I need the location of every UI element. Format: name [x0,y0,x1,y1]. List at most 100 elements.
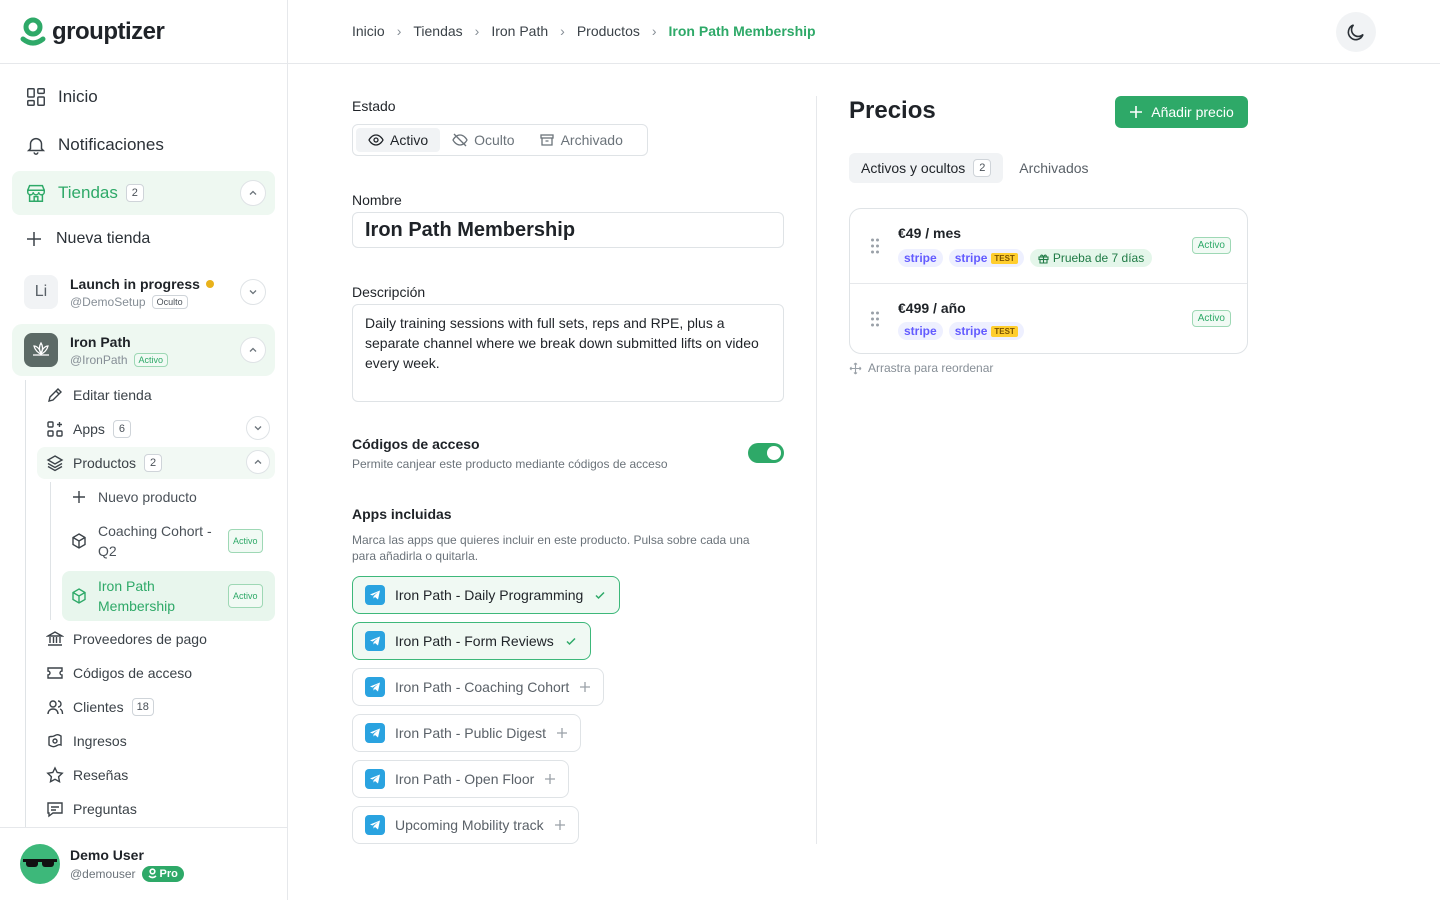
money-icon [48,733,62,748]
stores-count-badge: 2 [125,184,144,202]
menu-codigos-de-acceso[interactable]: Códigos de acceso [37,657,275,689]
users-icon [47,700,64,715]
expand-apps-button[interactable] [246,416,270,440]
app-chip-upcoming-mobility[interactable]: Upcoming Mobility track [352,806,579,844]
tab-count-badge: 2 [973,159,992,177]
status-badge: Activo [228,584,263,608]
add-price-button[interactable]: Añadir precio [1115,96,1248,128]
store-avatar: Li [24,275,58,309]
nav-tiendas[interactable]: Tiendas 2 [12,171,275,215]
breadcrumb-productos[interactable]: Productos [577,23,640,39]
product-label: Coaching Cohort - Q2 [98,523,212,559]
drag-handle-icon[interactable] [870,237,880,255]
app-chip-form-reviews[interactable]: Iron Path - Form Reviews [352,622,591,660]
tab-archivados[interactable]: Archivados [1007,153,1100,183]
price-row[interactable]: €499 / año stripe stripe TEST Activo [850,300,1247,346]
plus-icon [545,774,556,784]
gift-icon [1038,254,1049,264]
menu-ingresos[interactable]: Ingresos [37,725,275,757]
menu-proveedores-de-pago[interactable]: Proveedores de pago [37,623,275,655]
breadcrumb-tiendas[interactable]: Tiendas [413,23,462,39]
collapse-tiendas-button[interactable] [240,180,266,206]
app-chip-open-floor[interactable]: Iron Path - Open Floor [352,760,570,798]
menu-label: Editar tienda [73,387,152,403]
chevron-up-icon [254,459,262,464]
avatar [20,844,60,884]
nav-notificaciones[interactable]: Notificaciones [12,123,275,167]
stripe-badge: stripe [898,322,943,340]
collapse-products-button[interactable] [246,450,270,474]
price-row[interactable]: €49 / mes stripe stripe TEST Prueba de 7 … [850,225,1247,283]
menu-label: Ingresos [73,733,127,749]
menu-preguntas[interactable]: Preguntas [37,793,275,825]
menu-label: Proveedores de pago [73,631,207,647]
menu-resenas[interactable]: Reseñas [37,759,275,791]
menu-apps[interactable]: Apps 6 [37,413,275,445]
status-option-activo[interactable]: Activo [356,128,441,152]
breadcrumb-store[interactable]: Iron Path [491,23,548,39]
trial-badge: Prueba de 7 días [1029,249,1153,267]
store-launch-in-progress[interactable]: Li Launch in progress @DemoSetup Oculto [12,266,275,318]
store-iron-path[interactable]: Iron Path @IronPath Activo [12,324,275,376]
tab-activos-y-ocultos[interactable]: Activos y ocultos 2 [849,153,1004,183]
app-chip-coaching-cohort[interactable]: Iron Path - Coaching Cohort [352,668,605,706]
collapse-store-button[interactable] [240,337,266,363]
status-option-oculto[interactable]: Oculto [440,128,526,152]
nav-label: Notificaciones [58,135,164,154]
app-name: Iron Path - Daily Programming [395,587,584,603]
menu-label: Clientes [73,699,124,715]
prices-tabs: Activos y ocultos 2 Archivados [849,153,1101,183]
app-chip-public-digest[interactable]: Iron Path - Public Digest [352,714,581,752]
chevron-right-icon: › [651,23,657,39]
store-name: Iron Path [70,333,131,350]
status-badge: Activo [1191,310,1231,327]
chevron-right-icon: › [560,23,565,39]
description-textarea[interactable]: Daily training sessions with full sets, … [352,304,784,402]
app-name: Iron Path - Coaching Cohort [395,679,570,695]
telegram-icon [365,677,385,697]
bank-icon [46,631,64,646]
logo[interactable]: grouptizer [20,16,165,48]
divider [850,283,1247,284]
description-label: Descripción [352,284,426,300]
sidebar: grouptizer Inicio Notificaciones Tiendas… [0,0,288,900]
new-store-button[interactable]: Nueva tienda [12,217,275,261]
status-segmented-control: Activo Oculto Archivado [352,124,648,156]
access-codes-toggle[interactable] [748,443,784,463]
store-handle: @IronPath [70,352,128,367]
eye-off-icon [452,133,468,147]
user-profile[interactable]: Demo User @demouser Pro [0,827,287,900]
product-item-coaching-cohort[interactable]: Coaching Cohort - Q2 Activo [62,517,275,565]
drag-handle-icon[interactable] [870,310,880,328]
menu-editar-tienda[interactable]: Editar tienda [37,379,275,411]
product-label: Iron Path Membership [98,578,176,614]
name-input[interactable]: Iron Path Membership [352,212,784,248]
telegram-icon [365,769,385,789]
plus-icon [73,491,85,503]
status-badge: Activo [133,352,169,367]
theme-toggle-button[interactable] [1336,12,1376,52]
layers-icon [46,455,64,472]
prices-title: Precios [849,97,936,124]
product-item-iron-path-membership[interactable]: Iron Path Membership Activo [62,571,275,621]
menu-productos[interactable]: Productos 2 [37,447,275,479]
price-amount: €499 / año [898,300,966,316]
nav-label: Inicio [58,87,98,106]
status-option-archivado[interactable]: Archivado [527,128,635,152]
logo-icon [148,868,157,879]
app-chip-daily-programming[interactable]: Iron Path - Daily Programming [352,576,621,614]
chevron-right-icon: › [474,23,480,39]
chevron-up-icon [249,347,257,352]
nav-inicio[interactable]: Inicio [12,75,275,119]
menu-clientes[interactable]: Clientes 18 [37,691,275,723]
status-badge: Oculto [151,294,188,309]
user-name: Demo User [70,846,144,863]
access-codes-help: Permite canjear este producto mediante c… [352,457,668,471]
store-icon [27,184,45,202]
breadcrumb-inicio[interactable]: Inicio [352,23,385,39]
new-product-button[interactable]: Nuevo producto [62,483,275,511]
expand-store-button[interactable] [240,279,266,305]
chevron-down-icon [254,426,262,431]
price-list: €49 / mes stripe stripe TEST Prueba de 7 … [849,208,1248,354]
menu-label: Productos [73,455,137,471]
